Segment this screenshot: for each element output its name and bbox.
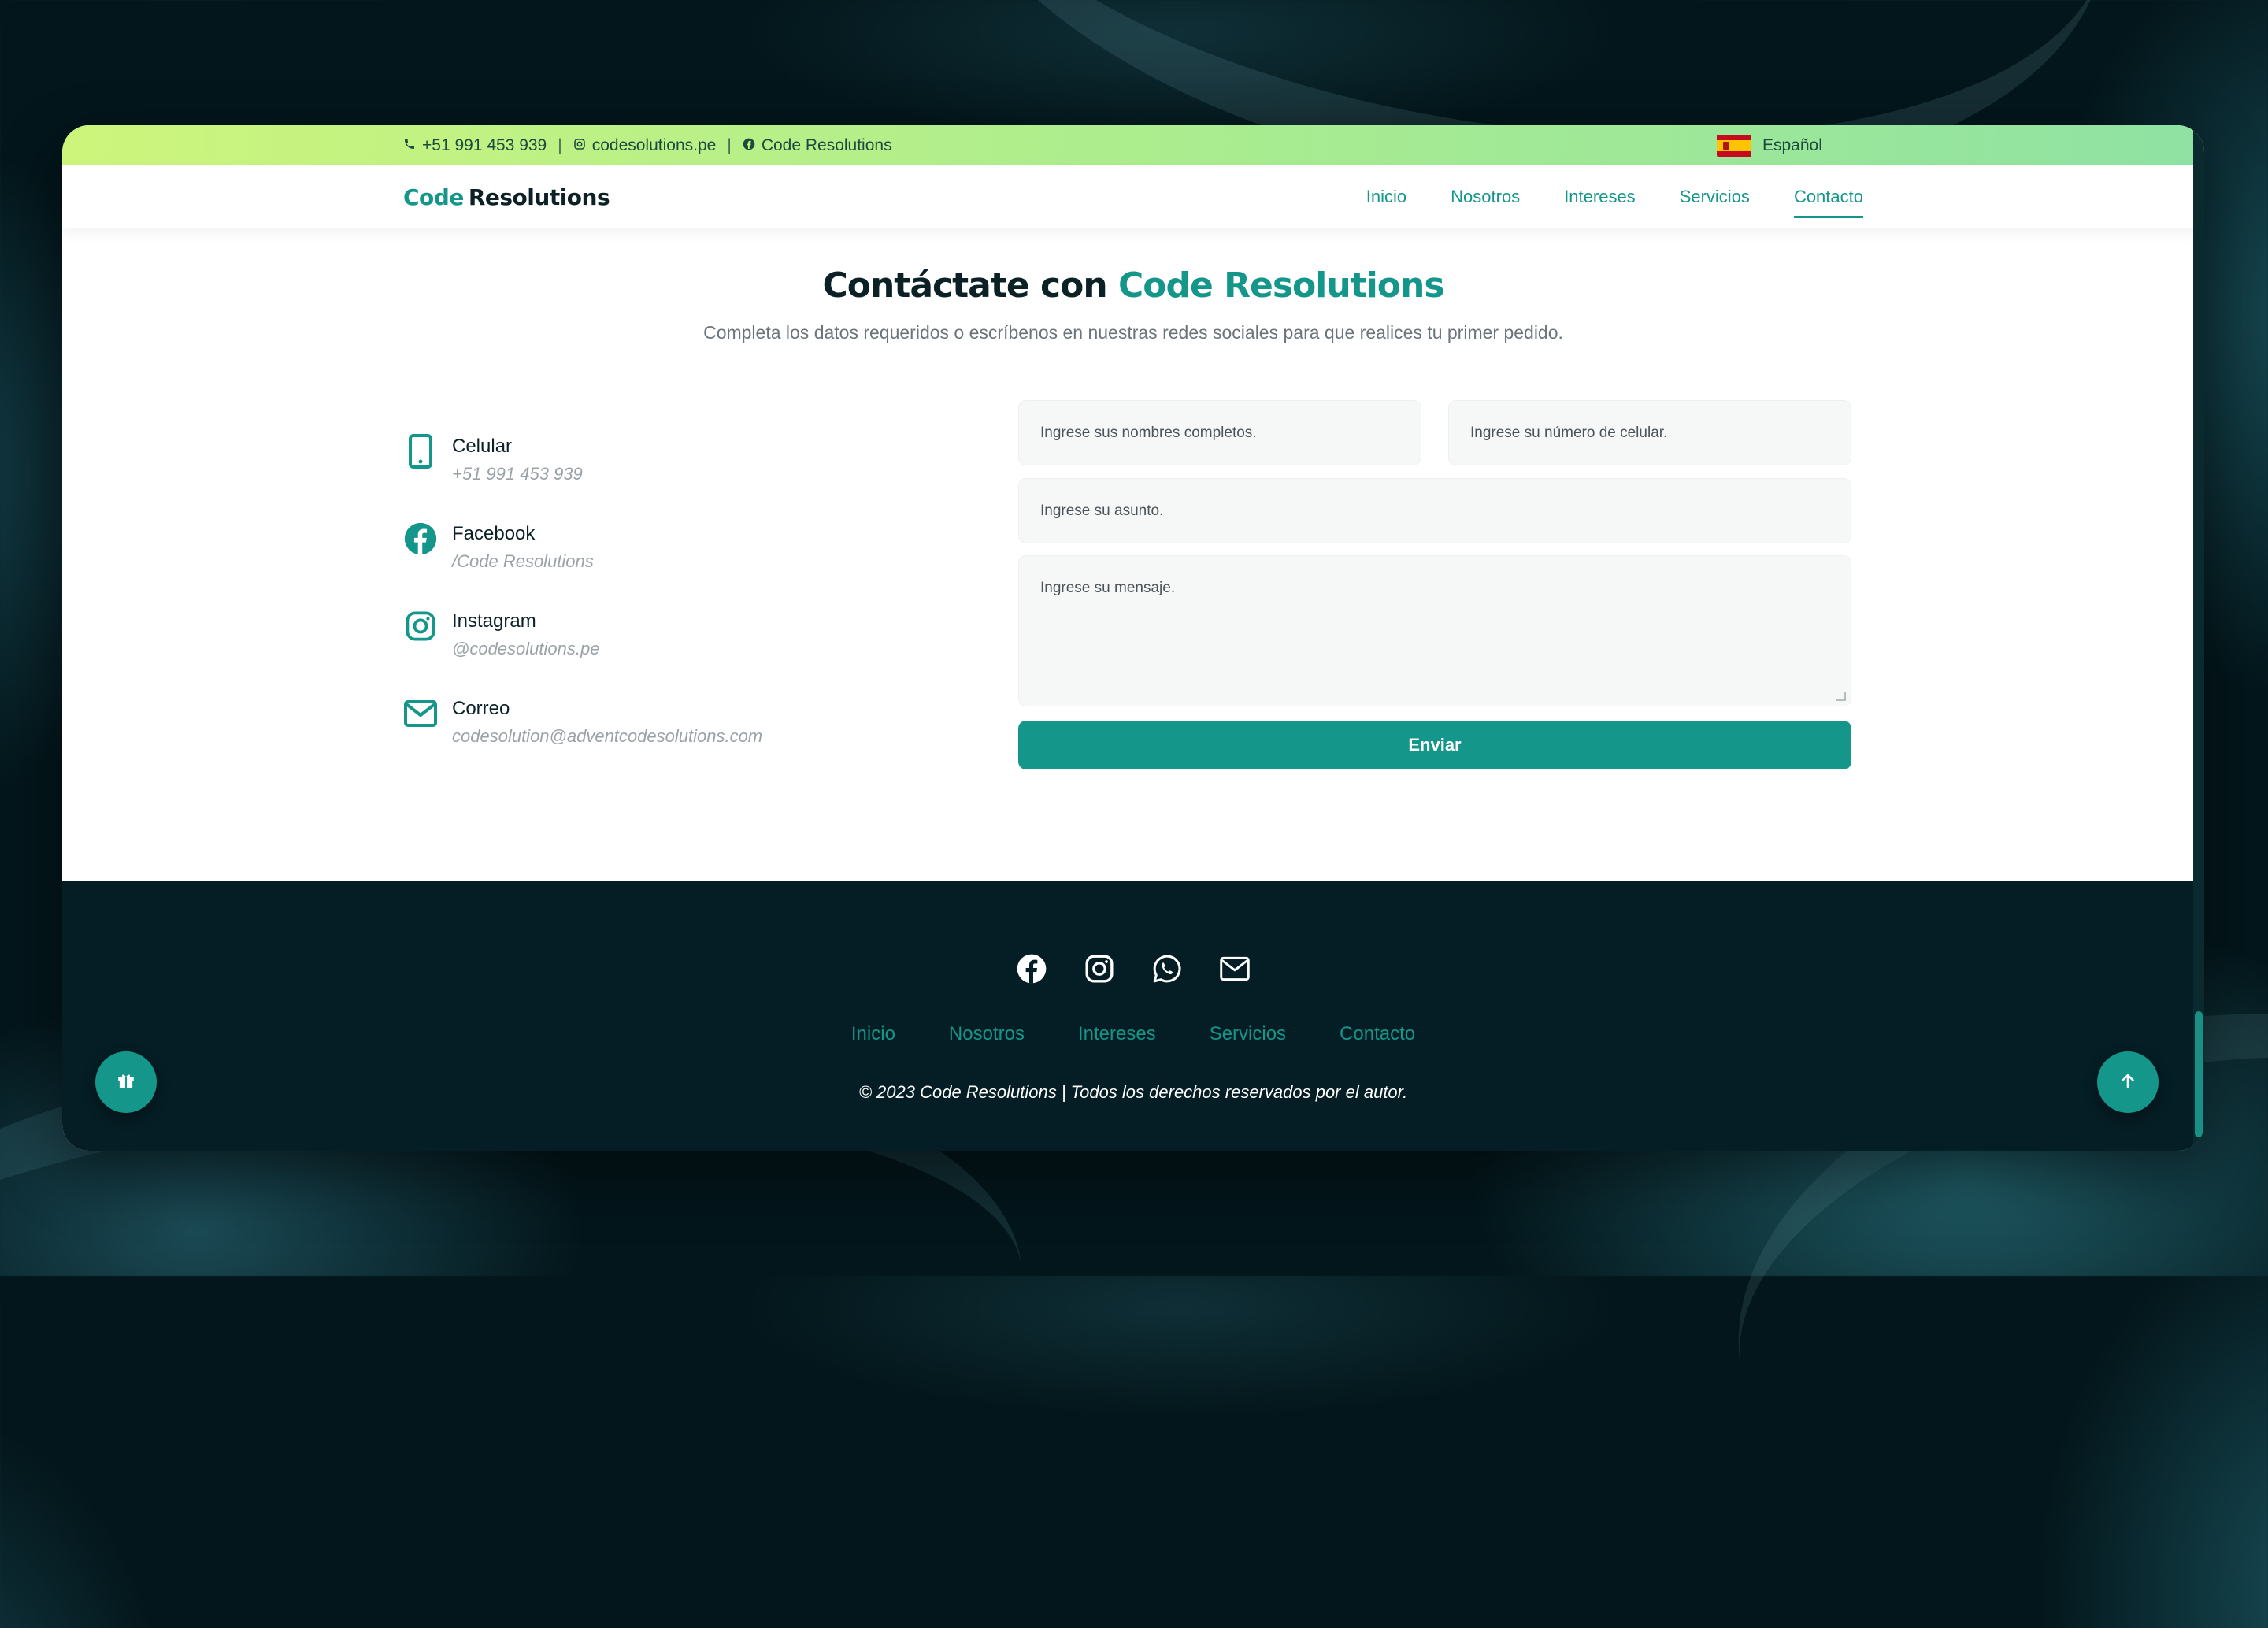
logo-part-code: Code <box>403 184 464 210</box>
name-placeholder: Ingrese sus nombres completos. <box>1040 424 1257 441</box>
contact-info-list: Celular +51 991 453 939 Facebook /Code R… <box>403 432 876 782</box>
spain-flag-icon <box>1717 134 1751 157</box>
nav-link-inicio[interactable]: Inicio <box>1366 187 1406 207</box>
site-logo[interactable]: Code Resolutions <box>403 165 610 228</box>
whatsapp-icon[interactable] <box>1151 952 1184 985</box>
phone-field[interactable]: Ingrese su número de celular. <box>1448 400 1851 465</box>
nav-links: Inicio Nosotros Intereses Servicios Cont… <box>1366 165 1864 228</box>
phone-placeholder: Ingrese su número de celular. <box>1470 424 1668 441</box>
footer-link-nosotros[interactable]: Nosotros <box>949 1023 1025 1045</box>
contact-item-value: /Code Resolutions <box>452 551 594 571</box>
arrow-up-icon <box>2118 1071 2137 1093</box>
gift-icon <box>116 1070 136 1094</box>
nav-link-servicios[interactable]: Servicios <box>1680 187 1750 207</box>
facebook-icon[interactable] <box>1015 952 1048 985</box>
site-footer: Inicio Nosotros Intereses Servicios Cont… <box>62 881 2204 1151</box>
mail-icon <box>403 695 438 732</box>
contact-item-instagram[interactable]: Instagram @codesolutions.pe <box>403 607 876 695</box>
scrollbar-thumb[interactable] <box>2195 1011 2203 1137</box>
language-label: Español <box>1762 135 1822 154</box>
footer-link-intereses[interactable]: Intereses <box>1078 1023 1156 1045</box>
contact-item-title: Facebook <box>452 523 536 544</box>
topbar-phone[interactable]: +51 991 453 939 <box>403 136 547 155</box>
contact-item-value: +51 991 453 939 <box>452 464 583 484</box>
topbar-separator: | <box>727 135 732 154</box>
mail-icon[interactable] <box>1218 952 1251 985</box>
mobile-phone-icon <box>403 432 438 470</box>
contact-item-title: Celular <box>452 436 513 457</box>
footer-link-inicio[interactable]: Inicio <box>851 1023 895 1045</box>
facebook-icon <box>403 520 438 558</box>
top-contact-info: +51 991 453 939 | codesolutions.pe | Cod… <box>403 125 892 165</box>
topbar-instagram-text: codesolutions.pe <box>591 135 717 154</box>
page-scrollbar[interactable] <box>2193 125 2204 1151</box>
footer-link-servicios[interactable]: Servicios <box>1210 1023 1286 1045</box>
message-placeholder: Ingrese su mensaje. <box>1040 580 1176 596</box>
nav-link-nosotros[interactable]: Nosotros <box>1451 187 1520 207</box>
browser-window: +51 991 453 939 | codesolutions.pe | Cod… <box>62 125 2204 1151</box>
contact-item-celular: Celular +51 991 453 939 <box>403 432 876 520</box>
topbar-instagram[interactable]: codesolutions.pe <box>573 135 717 155</box>
name-field[interactable]: Ingrese sus nombres completos. <box>1018 400 1421 465</box>
scroll-to-top-button[interactable] <box>2097 1051 2159 1113</box>
subject-field[interactable]: Ingrese su asunto. <box>1018 478 1851 543</box>
title-text: Contáctate con <box>822 265 1107 306</box>
footer-social-icons <box>62 952 2204 985</box>
topbar-separator: | <box>558 135 562 154</box>
contact-item-title: Instagram <box>452 610 536 632</box>
facebook-icon <box>743 136 755 155</box>
nav-link-contacto[interactable]: Contacto <box>1793 187 1864 218</box>
logo-part-resolutions: Resolutions <box>468 184 610 210</box>
contact-item-correo[interactable]: Correo codesolution@adventcodesolutions.… <box>403 695 876 782</box>
instagram-icon <box>573 136 586 155</box>
topbar-phone-text: +51 991 453 939 <box>422 135 547 154</box>
contact-item-value: codesolution@adventcodesolutions.com <box>452 726 763 746</box>
copyright-text: © 2023 Code Resolutions | Todos los dere… <box>858 1082 1408 1102</box>
topbar-facebook[interactable]: Code Resolutions <box>743 136 892 155</box>
footer-link-contacto[interactable]: Contacto <box>1340 1023 1415 1045</box>
page-title: Contáctate con Code Resolutions <box>62 265 2204 306</box>
resize-handle-icon[interactable] <box>1836 692 1846 701</box>
contact-item-facebook[interactable]: Facebook /Code Resolutions <box>403 520 876 607</box>
page-subtitle: Completa los datos requeridos o escríben… <box>703 322 1563 343</box>
instagram-icon <box>403 607 438 645</box>
footer-nav-links: Inicio Nosotros Intereses Servicios Cont… <box>62 1023 2204 1045</box>
gift-button[interactable] <box>95 1051 157 1113</box>
topbar-facebook-text: Code Resolutions <box>761 135 892 154</box>
instagram-icon[interactable] <box>1083 952 1116 985</box>
main-navbar: Code Resolutions Inicio Nosotros Interes… <box>62 165 2204 228</box>
top-info-bar: +51 991 453 939 | codesolutions.pe | Cod… <box>62 125 2204 165</box>
contact-item-title: Correo <box>452 698 510 719</box>
nav-link-intereses[interactable]: Intereses <box>1564 187 1636 207</box>
submit-button[interactable]: Enviar <box>1018 721 1851 769</box>
subject-placeholder: Ingrese su asunto. <box>1040 502 1164 519</box>
contact-item-value: @codesolutions.pe <box>452 639 600 658</box>
language-selector[interactable]: Español <box>1717 125 1822 165</box>
phone-icon <box>403 136 416 155</box>
message-textarea[interactable]: Ingrese su mensaje. <box>1018 555 1851 706</box>
title-accent: Code Resolutions <box>1117 265 1445 306</box>
